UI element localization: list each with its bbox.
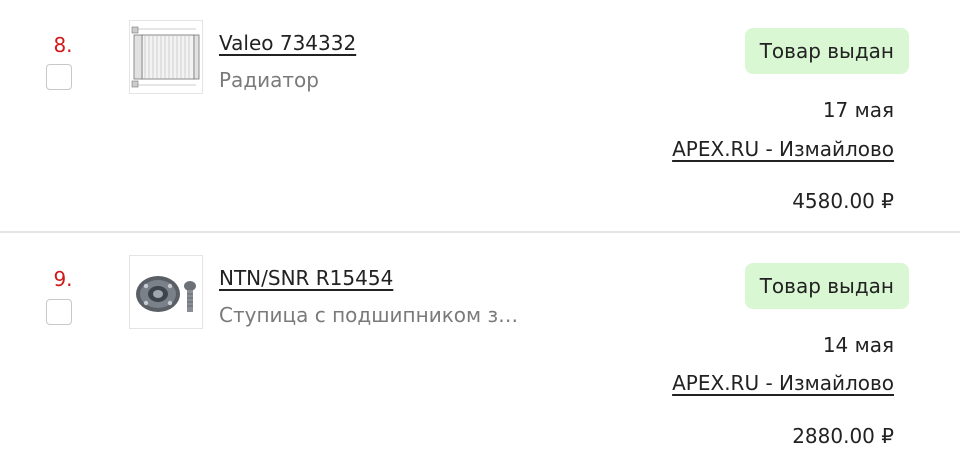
- wheel-hub-icon: [130, 256, 202, 328]
- order-number: 8.: [53, 33, 73, 57]
- part-description: Радиатор: [219, 68, 319, 92]
- store-link[interactable]: APEX.RU - Измайлово: [672, 137, 894, 161]
- status-badge: Товар выдан: [744, 28, 909, 74]
- order-select-checkbox[interactable]: [46, 64, 72, 90]
- status-badge: Товар выдан: [744, 263, 909, 309]
- radiator-image[interactable]: [129, 20, 203, 94]
- part-title-link[interactable]: NTN/SNR R15454: [219, 266, 393, 290]
- store-link[interactable]: APEX.RU - Измайлово: [672, 371, 894, 395]
- order-date: 14 мая: [822, 333, 894, 357]
- radiator-icon: [130, 21, 202, 93]
- order-price: 2880.00 ₽: [792, 424, 894, 448]
- wheel-hub-image[interactable]: [129, 255, 203, 329]
- part-description: Ступица с подшипником з…: [219, 303, 519, 327]
- row-divider: [0, 231, 960, 233]
- order-number: 9.: [53, 267, 73, 291]
- order-select-checkbox[interactable]: [46, 299, 72, 325]
- order-date: 17 мая: [822, 98, 894, 122]
- part-title-link[interactable]: Valeo 734332: [219, 31, 356, 55]
- order-price: 4580.00 ₽: [792, 189, 894, 213]
